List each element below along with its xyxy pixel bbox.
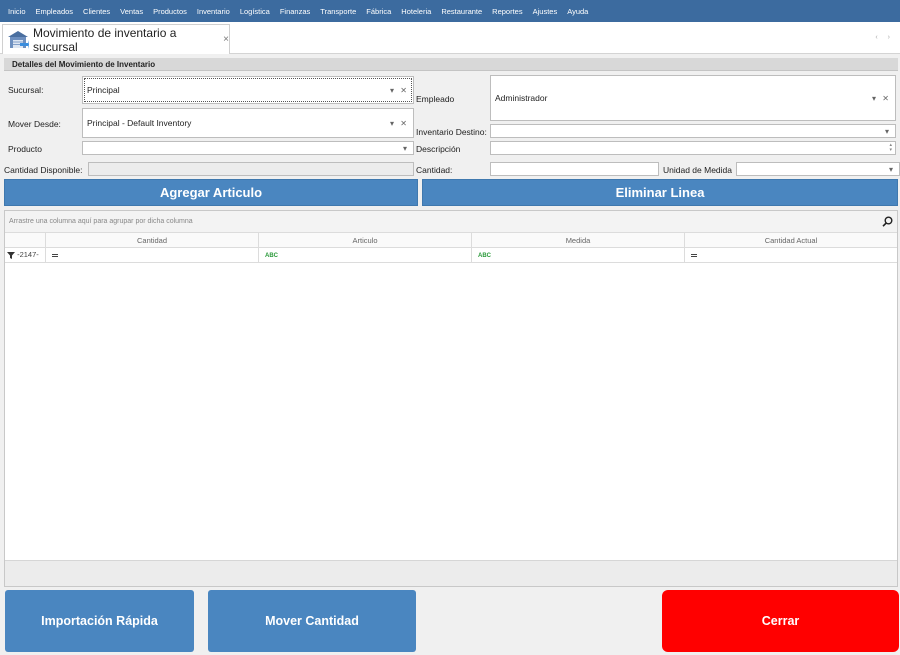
menu-item-reportes[interactable]: Reportes (488, 7, 527, 16)
filter-cell-articulo[interactable]: ABC (259, 248, 472, 263)
dropdown-arrow-icon[interactable]: ▾ (889, 165, 899, 174)
menu-item-inicio[interactable]: Inicio (4, 7, 31, 16)
descripcion-label: Descripción (416, 144, 461, 154)
dropdown-clear-icon[interactable]: ▾ ✕ (390, 86, 413, 95)
cantidad-input[interactable] (490, 162, 659, 176)
menu-item-transporte[interactable]: Transporte (316, 7, 361, 16)
cerrar-button[interactable]: Cerrar (662, 590, 899, 652)
section-header: Detalles del Movimiento de Inventario (4, 58, 898, 71)
column-header-cantidad[interactable]: Cantidad (46, 233, 259, 248)
inventario-destino-label: Inventario Destino: (416, 127, 487, 137)
cantidad-disponible-label: Cantidad Disponible: (4, 165, 83, 175)
filter-cell-cantidad[interactable] (46, 248, 259, 263)
empleado-label: Empleado (416, 94, 455, 104)
menu-item-logistica[interactable]: Logística (236, 7, 275, 16)
search-icon[interactable] (882, 215, 893, 227)
menu-item-finanzas[interactable]: Finanzas (276, 7, 315, 16)
menu-item-ajustes[interactable]: Ajustes (529, 7, 563, 16)
mover-desde-value: Principal - Default Inventory (87, 118, 192, 128)
cantidad-label: Cantidad: (416, 165, 453, 175)
empleado-select[interactable]: Administrador ▾ ✕ (490, 75, 896, 121)
filter-cell-medida[interactable]: ABC (472, 248, 685, 263)
equals-operator-icon (52, 253, 58, 257)
inventario-destino-select[interactable]: ▾ (490, 124, 896, 138)
unidad-medida-label: Unidad de Medida (663, 165, 732, 175)
menu-item-empleados[interactable]: Empleados (32, 7, 79, 16)
column-header-medida[interactable]: Medida (472, 233, 685, 248)
equals-operator-icon (691, 253, 697, 257)
menu-item-productos[interactable]: Productos (149, 7, 192, 16)
eliminar-linea-button[interactable]: Eliminar Linea (422, 179, 898, 206)
producto-label: Producto (8, 144, 43, 154)
filter-row-indicator[interactable]: -2147- (5, 248, 46, 263)
filter-cell-cantidad-actual[interactable] (685, 248, 897, 263)
menu-item-clientes[interactable]: Clientes (79, 7, 115, 16)
contains-operator-icon: ABC (265, 253, 278, 259)
articles-grid: Arrastre una columna aquí para agrupar p… (4, 210, 898, 587)
menu-item-ventas[interactable]: Ventas (116, 7, 148, 16)
unidad-medida-select[interactable]: ▾ (736, 162, 900, 176)
column-header-articulo[interactable]: Articulo (259, 233, 472, 248)
menu-item-inventario[interactable]: Inventario (193, 7, 235, 16)
dropdown-clear-icon[interactable]: ▾ ✕ (390, 119, 413, 128)
tab-title: Movimiento de inventario a sucursal (33, 25, 177, 54)
empleado-value: Administrador (495, 93, 548, 103)
main-menubar: Inicio Empleados Clientes Ventas Product… (0, 0, 900, 22)
filter-icon (7, 250, 17, 259)
spinner-icon[interactable]: ▴ ▾ (889, 143, 892, 153)
dropdown-clear-icon[interactable]: ▾ ✕ (872, 94, 895, 103)
producto-select[interactable]: ▾ (82, 141, 414, 155)
tab-close-icon[interactable]: × (223, 34, 229, 45)
group-by-panel[interactable]: Arrastre una columna aquí para agrupar p… (5, 211, 897, 233)
tab-movimiento-inventario[interactable]: Movimiento de inventario a sucursal × (2, 24, 230, 54)
group-hint-text: Arrastre una columna aquí para agrupar p… (9, 218, 193, 225)
tab-scroll-arrows-icon[interactable]: ‹ › (875, 34, 894, 41)
cantidad-disponible-field (88, 162, 414, 176)
contains-operator-icon: ABC (478, 253, 491, 259)
document-tabbar: Movimiento de inventario a sucursal × ‹ … (0, 22, 900, 54)
dropdown-arrow-icon[interactable]: ▾ (403, 144, 413, 153)
descripcion-field[interactable]: ▴ ▾ (490, 141, 896, 155)
menu-item-fabrica[interactable]: Fábrica (362, 7, 396, 16)
importacion-rapida-button[interactable]: Importación Rápida (5, 590, 194, 652)
column-header-cantidad-actual[interactable]: Cantidad Actual (685, 233, 897, 248)
warehouse-icon (7, 29, 29, 51)
menu-item-hoteleria[interactable]: Hoteleria (397, 7, 436, 16)
grid-footer (5, 560, 897, 586)
sucursal-value: Principal (87, 85, 120, 95)
sucursal-label: Sucursal: (8, 85, 44, 95)
sucursal-select[interactable]: Principal ▾ ✕ (82, 76, 414, 104)
mover-desde-label: Mover Desde: (8, 119, 61, 129)
mover-cantidad-button[interactable]: Mover Cantidad (208, 590, 416, 652)
mover-desde-select[interactable]: Principal - Default Inventory ▾ ✕ (82, 108, 414, 138)
agregar-articulo-button[interactable]: Agregar Articulo (4, 179, 418, 206)
filter-row-value: -2147- (17, 250, 39, 259)
row-indicator-header (5, 233, 46, 248)
menu-item-restaurante[interactable]: Restaurante (437, 7, 487, 16)
dropdown-arrow-icon[interactable]: ▾ (885, 127, 895, 136)
menu-item-ayuda[interactable]: Ayuda (563, 7, 593, 16)
